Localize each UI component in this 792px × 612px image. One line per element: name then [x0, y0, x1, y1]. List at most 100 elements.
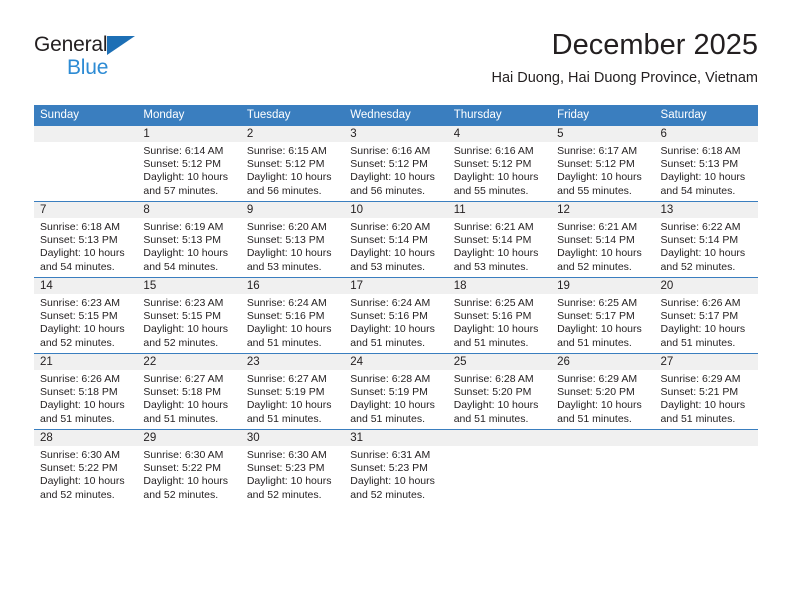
day-details: Sunrise: 6:17 AM Sunset: 5:12 PM Daylight:… — [551, 142, 654, 198]
logo-triangle-icon — [107, 36, 136, 55]
sunrise-time: Sunrise: 6:28 AM — [453, 373, 534, 385]
day-cell[interactable]: 4 Sunrise: 6:16 AM Sunset: 5:12 PM Daylight… — [447, 126, 552, 202]
day-number: 15 — [137, 278, 241, 294]
day-cell-inner: 14 Sunrise: 6:23 AM Sunset: 5:15 PM Dayligh… — [34, 278, 138, 353]
day-cell[interactable]: 27 Sunrise: 6:29 AM Sunset: 5:21 PM Dayligh… — [654, 353, 758, 430]
sunset-time: Sunset: 5:22 PM — [40, 462, 118, 475]
daylight-duration-line1: Daylight: 10 hours — [143, 247, 229, 260]
day-cell-inner: 6 Sunrise: 6:18 AM Sunset: 5:13 PM Daylight… — [654, 126, 758, 201]
day-number: 10 — [344, 202, 448, 218]
sunset-time: Sunset: 5:13 PM — [143, 234, 222, 247]
day-details: Sunrise: 6:30 AM Sunset: 5:22 PM Daylight:… — [34, 446, 137, 502]
generalblue-logo[interactable]: General Blue — [34, 34, 234, 90]
sunrise-time: Sunrise: 6:30 AM — [40, 449, 120, 461]
day-cell[interactable]: 1 Sunrise: 6:14 AM Sunset: 5:12 PM Daylight… — [137, 126, 241, 202]
day-cell[interactable]: 14 Sunrise: 6:23 AM Sunset: 5:15 PM Dayligh… — [34, 277, 138, 354]
day-cell[interactable]: 16 Sunrise: 6:24 AM Sunset: 5:16 PM Dayligh… — [240, 277, 345, 354]
day-cell-empty — [551, 429, 655, 505]
calendar-week-row: 7 Sunrise: 6:18 AM Sunset: 5:13 PM Daylight… — [34, 201, 758, 278]
title-block: December 2025 Hai Duong, Hai Duong Provi… — [491, 28, 758, 88]
day-cell[interactable]: 9 Sunrise: 6:20 AM Sunset: 5:13 PM Daylight… — [240, 201, 345, 278]
daylight-duration-line2: and 51 minutes. — [40, 412, 115, 425]
day-cell[interactable]: 5 Sunrise: 6:17 AM Sunset: 5:12 PM Daylight… — [551, 126, 655, 202]
daylight-duration-line2: and 53 minutes. — [350, 260, 425, 273]
day-details: Sunrise: 6:20 AM Sunset: 5:13 PM Daylight:… — [241, 218, 344, 274]
day-cell-inner: 13 Sunrise: 6:22 AM Sunset: 5:14 PM Dayligh… — [654, 202, 758, 277]
daylight-duration-line2: and 52 minutes. — [557, 260, 632, 273]
sunset-time: Sunset: 5:13 PM — [40, 234, 118, 247]
daylight-duration-line1: Daylight: 10 hours — [143, 475, 229, 488]
day-cell-inner: 28 Sunrise: 6:30 AM Sunset: 5:22 PM Dayligh… — [34, 430, 138, 505]
day-cell[interactable]: 10 Sunrise: 6:20 AM Sunset: 5:14 PM Dayligh… — [344, 201, 448, 278]
sunrise-time: Sunrise: 6:23 AM — [40, 297, 120, 309]
day-number: 6 — [654, 126, 758, 142]
day-cell-empty — [34, 126, 138, 202]
daylight-duration-line2: and 51 minutes. — [350, 336, 425, 349]
calendar-week-row: 1 Sunrise: 6:14 AM Sunset: 5:12 PM Daylight… — [34, 126, 758, 202]
day-details: Sunrise: 6:15 AM Sunset: 5:12 PM Daylight:… — [241, 142, 344, 198]
day-cell[interactable]: 22 Sunrise: 6:27 AM Sunset: 5:18 PM Dayligh… — [137, 353, 241, 430]
daylight-duration-line2: and 54 minutes. — [660, 184, 736, 197]
day-cell[interactable]: 23 Sunrise: 6:27 AM Sunset: 5:19 PM Dayligh… — [240, 353, 345, 430]
day-cell[interactable]: 21 Sunrise: 6:26 AM Sunset: 5:18 PM Dayligh… — [34, 353, 138, 430]
page-header: General Blue December 2025 Hai Duong, Ha… — [34, 28, 758, 98]
day-cell[interactable]: 18 Sunrise: 6:25 AM Sunset: 5:16 PM Dayligh… — [447, 277, 552, 354]
daylight-duration-line2: and 51 minutes. — [246, 412, 322, 425]
sunrise-time: Sunrise: 6:19 AM — [143, 221, 224, 233]
day-cell[interactable]: 7 Sunrise: 6:18 AM Sunset: 5:13 PM Daylight… — [34, 201, 138, 278]
sunset-time: Sunset: 5:17 PM — [557, 310, 635, 323]
day-cell[interactable]: 19 Sunrise: 6:25 AM Sunset: 5:17 PM Dayligh… — [551, 277, 655, 354]
daylight-duration-line2: and 51 minutes. — [246, 336, 322, 349]
day-cell-inner: 9 Sunrise: 6:20 AM Sunset: 5:13 PM Daylight… — [240, 202, 345, 277]
sunrise-time: Sunrise: 6:21 AM — [453, 221, 534, 233]
day-cell[interactable]: 11 Sunrise: 6:21 AM Sunset: 5:14 PM Dayligh… — [447, 201, 552, 278]
day-cell[interactable]: 29 Sunrise: 6:30 AM Sunset: 5:22 PM Dayligh… — [137, 429, 241, 505]
day-cell-inner: 4 Sunrise: 6:16 AM Sunset: 5:12 PM Daylight… — [447, 126, 552, 201]
sunset-time: Sunset: 5:19 PM — [350, 386, 428, 399]
day-cell-inner — [34, 126, 138, 201]
day-cell[interactable]: 24 Sunrise: 6:28 AM Sunset: 5:19 PM Dayligh… — [344, 353, 448, 430]
daylight-duration-line2: and 54 minutes. — [143, 260, 219, 273]
day-cell[interactable]: 8 Sunrise: 6:19 AM Sunset: 5:13 PM Daylight… — [137, 201, 241, 278]
day-cell[interactable]: 28 Sunrise: 6:30 AM Sunset: 5:22 PM Dayligh… — [34, 429, 138, 505]
calendar-body: 1 Sunrise: 6:14 AM Sunset: 5:12 PM Daylight… — [34, 126, 758, 505]
day-number: 29 — [137, 430, 241, 446]
daylight-duration-line2: and 51 minutes. — [660, 412, 736, 425]
sunrise-time: Sunrise: 6:16 AM — [453, 145, 534, 157]
daylight-duration-line2: and 51 minutes. — [557, 336, 632, 349]
weekday-header-wednesday: Wednesday — [344, 105, 448, 126]
daylight-duration-line1: Daylight: 10 hours — [557, 171, 642, 184]
day-cell-inner: 26 Sunrise: 6:29 AM Sunset: 5:20 PM Dayligh… — [551, 354, 655, 429]
daylight-duration-line2: and 57 minutes. — [143, 184, 219, 197]
day-cell[interactable]: 26 Sunrise: 6:29 AM Sunset: 5:20 PM Dayligh… — [551, 353, 655, 430]
daylight-duration-line2: and 52 minutes. — [40, 488, 115, 501]
day-cell[interactable]: 6 Sunrise: 6:18 AM Sunset: 5:13 PM Daylight… — [654, 126, 758, 202]
day-number: 8 — [137, 202, 241, 218]
daylight-duration-line2: and 52 minutes. — [143, 488, 219, 501]
day-cell-inner: 8 Sunrise: 6:19 AM Sunset: 5:13 PM Daylight… — [137, 202, 241, 277]
day-number: 26 — [551, 354, 655, 370]
calendar-table: Sunday Monday Tuesday Wednesday Thursday… — [34, 105, 758, 505]
day-cell-inner: 24 Sunrise: 6:28 AM Sunset: 5:19 PM Dayligh… — [344, 354, 448, 429]
day-cell[interactable]: 25 Sunrise: 6:28 AM Sunset: 5:20 PM Dayligh… — [447, 353, 552, 430]
daylight-duration-line2: and 55 minutes. — [557, 184, 632, 197]
sunset-time: Sunset: 5:17 PM — [660, 310, 739, 323]
weekday-header-monday: Monday — [137, 105, 241, 126]
day-cell[interactable]: 31 Sunrise: 6:31 AM Sunset: 5:23 PM Dayligh… — [344, 429, 448, 505]
day-number: 12 — [551, 202, 655, 218]
day-cell[interactable]: 2 Sunrise: 6:15 AM Sunset: 5:12 PM Daylight… — [240, 126, 345, 202]
day-cell-inner: 18 Sunrise: 6:25 AM Sunset: 5:16 PM Dayligh… — [447, 278, 552, 353]
day-number: 2 — [240, 126, 345, 142]
day-cell[interactable]: 3 Sunrise: 6:16 AM Sunset: 5:12 PM Daylight… — [344, 126, 448, 202]
sunset-time: Sunset: 5:18 PM — [40, 386, 118, 399]
day-cell[interactable]: 17 Sunrise: 6:24 AM Sunset: 5:16 PM Dayligh… — [344, 277, 448, 354]
daylight-duration-line2: and 52 minutes. — [246, 488, 322, 501]
day-number: 25 — [447, 354, 552, 370]
daylight-duration-line1: Daylight: 10 hours — [350, 475, 435, 488]
day-cell[interactable]: 13 Sunrise: 6:22 AM Sunset: 5:14 PM Dayligh… — [654, 201, 758, 278]
day-cell[interactable]: 15 Sunrise: 6:23 AM Sunset: 5:15 PM Dayligh… — [137, 277, 241, 354]
day-cell[interactable]: 20 Sunrise: 6:26 AM Sunset: 5:17 PM Dayligh… — [654, 277, 758, 354]
sunset-time: Sunset: 5:14 PM — [557, 234, 635, 247]
day-cell[interactable]: 12 Sunrise: 6:21 AM Sunset: 5:14 PM Dayligh… — [551, 201, 655, 278]
day-cell[interactable]: 30 Sunrise: 6:30 AM Sunset: 5:23 PM Dayligh… — [240, 429, 345, 505]
